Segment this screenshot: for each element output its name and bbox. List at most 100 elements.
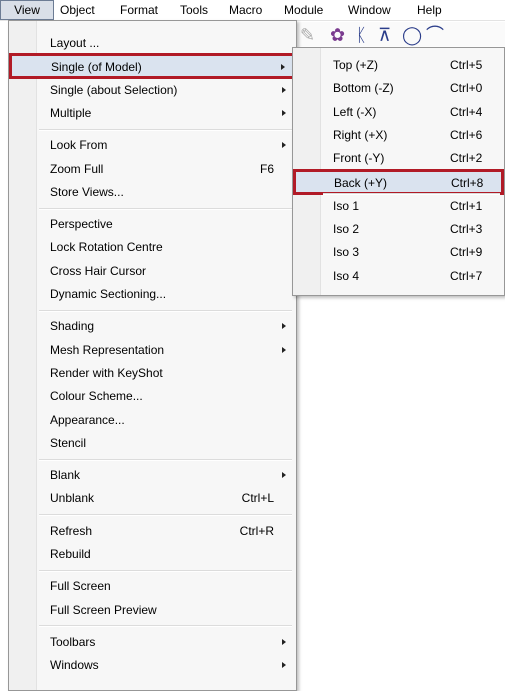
menu-item-single-of-model[interactable]: Single (of Model) bbox=[9, 53, 296, 80]
menu-item-mesh-representation[interactable]: Mesh Representation bbox=[11, 339, 294, 361]
menu-separator bbox=[39, 128, 292, 131]
menubar-module[interactable]: Module bbox=[279, 0, 328, 20]
menu-item-lock-rotation-centre[interactable]: Lock Rotation Centre bbox=[11, 236, 294, 258]
menu-item-label: Lock Rotation Centre bbox=[50, 240, 163, 255]
menu-item-single-about-selection[interactable]: Single (about Selection) bbox=[11, 79, 294, 101]
menu-item-look-from[interactable]: Look From bbox=[11, 134, 294, 156]
menu-item-label: Front (-Y) bbox=[333, 151, 385, 166]
menu-item-label: Blank bbox=[50, 468, 81, 483]
menu-separator bbox=[39, 309, 292, 312]
submenu-item-right-x[interactable]: Right (+X) Ctrl+6 bbox=[295, 124, 502, 146]
menu-item-label: Single (about Selection) bbox=[50, 82, 178, 97]
shortcut-label: F6 bbox=[259, 161, 274, 176]
menubar-macro[interactable]: Macro bbox=[224, 0, 267, 20]
single-of-model-submenu: Top (+Z) Ctrl+5 Bottom (-Z) Ctrl+0 Left (-X)… bbox=[292, 47, 505, 296]
shortcut-label: Ctrl+L bbox=[241, 491, 274, 506]
toolbar-tool-icon-5[interactable]: ◯ bbox=[402, 24, 422, 46]
menu-separator bbox=[39, 207, 292, 210]
menu-item-label: Zoom Full bbox=[50, 161, 104, 176]
toolbar-tool-icon-2[interactable]: ✿ bbox=[330, 24, 345, 46]
menubar-window[interactable]: Window bbox=[343, 0, 396, 20]
menubar-format[interactable]: Format bbox=[115, 0, 163, 20]
toolbar-tool-icon-4[interactable]: ⊼ bbox=[378, 24, 391, 46]
menu-item-label: Iso 4 bbox=[333, 268, 360, 283]
submenu-arrow-icon bbox=[282, 346, 286, 353]
menu-item-label: Perspective bbox=[50, 217, 113, 232]
menu-item-perspective[interactable]: Perspective bbox=[11, 213, 294, 235]
submenu-item-back-y[interactable]: Back (+Y) Ctrl+8 bbox=[293, 168, 504, 195]
menu-item-full-screen[interactable]: Full Screen bbox=[11, 575, 294, 597]
menu-item-label: Dynamic Sectioning... bbox=[50, 287, 167, 301]
menu-item-dynamic-sectioning[interactable]: Dynamic Sectioning... bbox=[11, 283, 294, 305]
menubar-tools[interactable]: Tools bbox=[175, 0, 213, 20]
submenu-arrow-icon bbox=[282, 86, 286, 93]
menu-item-colour-scheme[interactable]: Colour Scheme... bbox=[11, 385, 294, 407]
shortcut-label: Ctrl+1 bbox=[450, 198, 483, 213]
menu-item-label: Right (+X) bbox=[333, 127, 388, 142]
menu-item-label: Iso 1 bbox=[333, 198, 360, 213]
menu-item-label: Mesh Representation bbox=[50, 342, 165, 357]
menu-item-label: Windows bbox=[50, 658, 99, 673]
menu-item-zoom-full[interactable]: Zoom Full F6 bbox=[11, 158, 294, 180]
menubar-object[interactable]: Object bbox=[55, 0, 100, 20]
submenu-item-iso-4[interactable]: Iso 4 Ctrl+7 bbox=[295, 265, 502, 287]
shortcut-label: Ctrl+9 bbox=[450, 245, 483, 260]
menu-item-full-screen-preview[interactable]: Full Screen Preview bbox=[11, 599, 294, 621]
menu-item-toolbars[interactable]: Toolbars bbox=[11, 631, 294, 653]
menu-bar: View Object Format Tools Macro Module Window He… bbox=[0, 0, 505, 21]
submenu-arrow-icon bbox=[282, 142, 286, 149]
menu-item-stencil[interactable]: Stencil bbox=[11, 432, 294, 454]
shortcut-label: Ctrl+0 bbox=[450, 81, 483, 96]
menu-item-appearance[interactable]: Appearance... bbox=[11, 409, 294, 431]
menu-item-cross-hair-cursor[interactable]: Cross Hair Cursor bbox=[11, 260, 294, 282]
menu-item-label: Rebuild bbox=[50, 547, 91, 561]
menu-item-label: Appearance... bbox=[50, 412, 125, 427]
menu-item-label: Stencil bbox=[50, 435, 87, 450]
menu-item-label: Unblank bbox=[50, 491, 95, 506]
toolbar-tool-icon-3[interactable]: ᛕ bbox=[356, 24, 367, 46]
menu-item-label: Iso 2 bbox=[333, 222, 360, 237]
menu-separator bbox=[39, 458, 292, 461]
menubar-view[interactable]: View bbox=[0, 0, 54, 20]
submenu-item-iso-3[interactable]: Iso 3 Ctrl+9 bbox=[295, 241, 502, 263]
menu-item-label: Refresh bbox=[50, 523, 93, 538]
menu-item-refresh[interactable]: Refresh Ctrl+R bbox=[11, 520, 294, 542]
shortcut-label: Ctrl+6 bbox=[450, 127, 483, 142]
menu-item-multiple[interactable]: Multiple bbox=[11, 102, 294, 124]
menu-item-shading[interactable]: Shading bbox=[11, 315, 294, 337]
menu-item-label: Render with KeyShot bbox=[50, 365, 163, 380]
submenu-item-iso-1[interactable]: Iso 1 Ctrl+1 bbox=[295, 195, 502, 217]
shortcut-label: Ctrl+2 bbox=[450, 151, 483, 166]
menu-item-layout[interactable]: Layout ... bbox=[11, 32, 294, 54]
toolbar-tool-icon-6[interactable]: ⌒ bbox=[426, 24, 444, 46]
menu-item-label: Multiple bbox=[50, 105, 92, 120]
toolbar-tool-icon-1[interactable]: ✎ bbox=[300, 24, 315, 46]
menu-item-label: Back (+Y) bbox=[334, 175, 388, 190]
submenu-item-top-z[interactable]: Top (+Z) Ctrl+5 bbox=[295, 54, 502, 76]
menu-item-store-views[interactable]: Store Views... bbox=[11, 181, 294, 203]
menu-item-label: Left (-X) bbox=[333, 104, 377, 119]
menu-item-unblank[interactable]: Unblank Ctrl+L bbox=[11, 487, 294, 509]
submenu-item-left-x[interactable]: Left (-X) Ctrl+4 bbox=[295, 101, 502, 123]
submenu-arrow-icon bbox=[282, 662, 286, 669]
shortcut-label: Ctrl+4 bbox=[450, 104, 483, 119]
shortcut-label: Ctrl+8 bbox=[451, 175, 484, 190]
menu-item-rebuild[interactable]: Rebuild bbox=[11, 543, 294, 565]
menu-item-label: Cross Hair Cursor bbox=[50, 263, 147, 278]
menubar-help[interactable]: Help bbox=[412, 0, 447, 20]
submenu-arrow-icon bbox=[282, 638, 286, 645]
shortcut-label: Ctrl+R bbox=[239, 523, 274, 538]
menu-item-label: Layout ... bbox=[50, 36, 100, 50]
submenu-item-bottom-z[interactable]: Bottom (-Z) Ctrl+0 bbox=[295, 77, 502, 99]
submenu-arrow-icon bbox=[282, 472, 286, 479]
submenu-item-front-y[interactable]: Front (-Y) Ctrl+2 bbox=[295, 147, 502, 169]
submenu-item-iso-2[interactable]: Iso 2 Ctrl+3 bbox=[295, 218, 502, 240]
menu-item-windows[interactable]: Windows bbox=[11, 654, 294, 676]
view-menu: Layout ... Single (of Model) Single (about… bbox=[8, 20, 297, 691]
menu-item-label: Look From bbox=[50, 138, 108, 153]
menu-item-blank[interactable]: Blank bbox=[11, 464, 294, 486]
submenu-arrow-icon bbox=[282, 109, 286, 116]
menu-item-label: Bottom (-Z) bbox=[333, 81, 394, 96]
menu-item-render-with-keyshot[interactable]: Render with KeyShot bbox=[11, 362, 294, 384]
menu-item-label: Shading bbox=[50, 319, 95, 334]
